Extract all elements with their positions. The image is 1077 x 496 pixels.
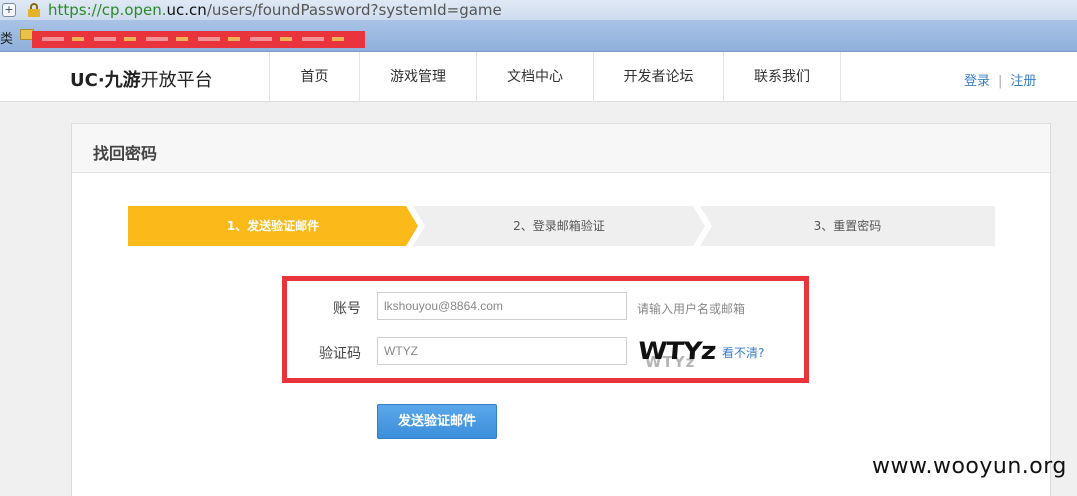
logo-suffix: 开放平台 [140,70,213,91]
site-header: UC·九游开放平台 首页 游戏管理 文档中心 开发者论坛 联系我们 登录 | 注册 [0,52,1077,102]
auth-links: 登录 | 注册 [964,70,1036,89]
main-nav: 首页 游戏管理 文档中心 开发者论坛 联系我们 [269,52,841,102]
nav-item-home[interactable]: 首页 [270,52,360,102]
send-verification-email-button[interactable]: 发送验证邮件 [377,404,497,439]
panel-header: 找回密码 [72,124,1050,173]
url-host-domain: uc.cn [166,1,207,19]
register-link[interactable]: 注册 [1010,74,1036,89]
bookmarks-bar: 类 [0,20,1077,52]
url-scheme: https:// [48,1,102,19]
progress-steps: 1、发送验证邮件 2、登录邮箱验证 3、重置密码 [128,206,995,246]
site-logo[interactable]: UC·九游开放平台 [70,66,213,92]
url-path: /users/foundPassword?systemId=game [206,1,502,19]
nav-item-game-management[interactable]: 游戏管理 [360,52,477,102]
login-link[interactable]: 登录 [964,74,990,89]
highlight-box [282,276,809,383]
logo-brand: UC·九游 [70,70,141,91]
redaction-bar [32,31,365,48]
auth-separator: | [998,74,1003,89]
nav-item-docs[interactable]: 文档中心 [477,52,594,102]
lock-icon [28,3,40,17]
url-host-prefix: cp.open. [101,1,167,19]
nav-item-contact[interactable]: 联系我们 [724,52,841,102]
step-verify-email: 2、登录邮箱验证 [413,206,705,246]
step-send-email: 1、发送验证邮件 [128,206,418,246]
bookmarks-label: 类 [0,32,14,47]
panel-title: 找回密码 [93,144,158,163]
address-bar[interactable]: + https://cp.open.uc.cn/users/foundPassw… [0,0,1077,20]
add-icon[interactable]: + [2,3,16,17]
watermark: www.wooyun.org [872,454,1067,479]
url-text[interactable]: https://cp.open.uc.cn/users/foundPasswor… [48,1,502,19]
nav-item-forum[interactable]: 开发者论坛 [594,52,724,102]
step-reset-password: 3、重置密码 [700,206,995,246]
